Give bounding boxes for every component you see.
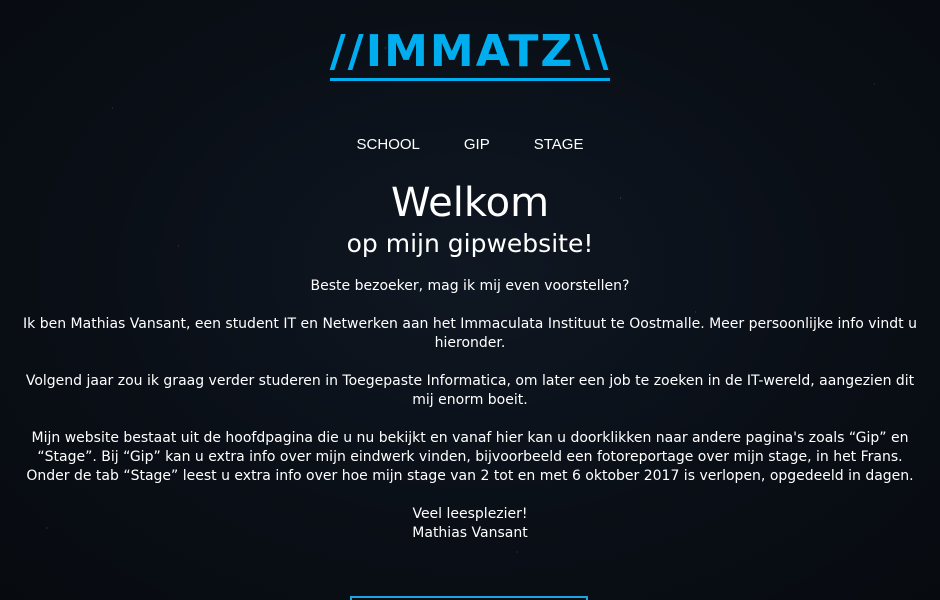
- nav-item-stage[interactable]: STAGE: [534, 135, 584, 155]
- page-subtitle: op mijn gipwebsite!: [346, 229, 594, 258]
- main-nav: SCHOOL GIP STAGE: [0, 135, 940, 155]
- site-logo[interactable]: //IMMATZ\\: [329, 30, 611, 81]
- closing-signature: Mathias Vansant: [412, 525, 528, 541]
- intro-greeting: Beste bezoeker, mag ik mij even voorstel…: [310, 278, 630, 294]
- nav-item-school[interactable]: SCHOOL: [357, 135, 420, 155]
- page-title: Welkom: [390, 180, 550, 226]
- intro-text: Beste bezoeker, mag ik mij even voorstel…: [20, 277, 920, 543]
- intro-about: Ik ben Mathias Vansant, een student IT e…: [23, 316, 917, 351]
- hero: Welkom op mijn gipwebsite!: [0, 178, 940, 260]
- cta-button[interactable]: [350, 596, 588, 600]
- nav-item-gip[interactable]: GIP: [464, 135, 490, 155]
- intro-website-info: Mijn website bestaat uit de hoofdpagina …: [26, 430, 914, 484]
- intro-future: Volgend jaar zou ik graag verder studere…: [25, 373, 915, 408]
- header: //IMMATZ\\: [0, 30, 940, 81]
- closing-wish: Veel leesplezier!: [412, 506, 528, 522]
